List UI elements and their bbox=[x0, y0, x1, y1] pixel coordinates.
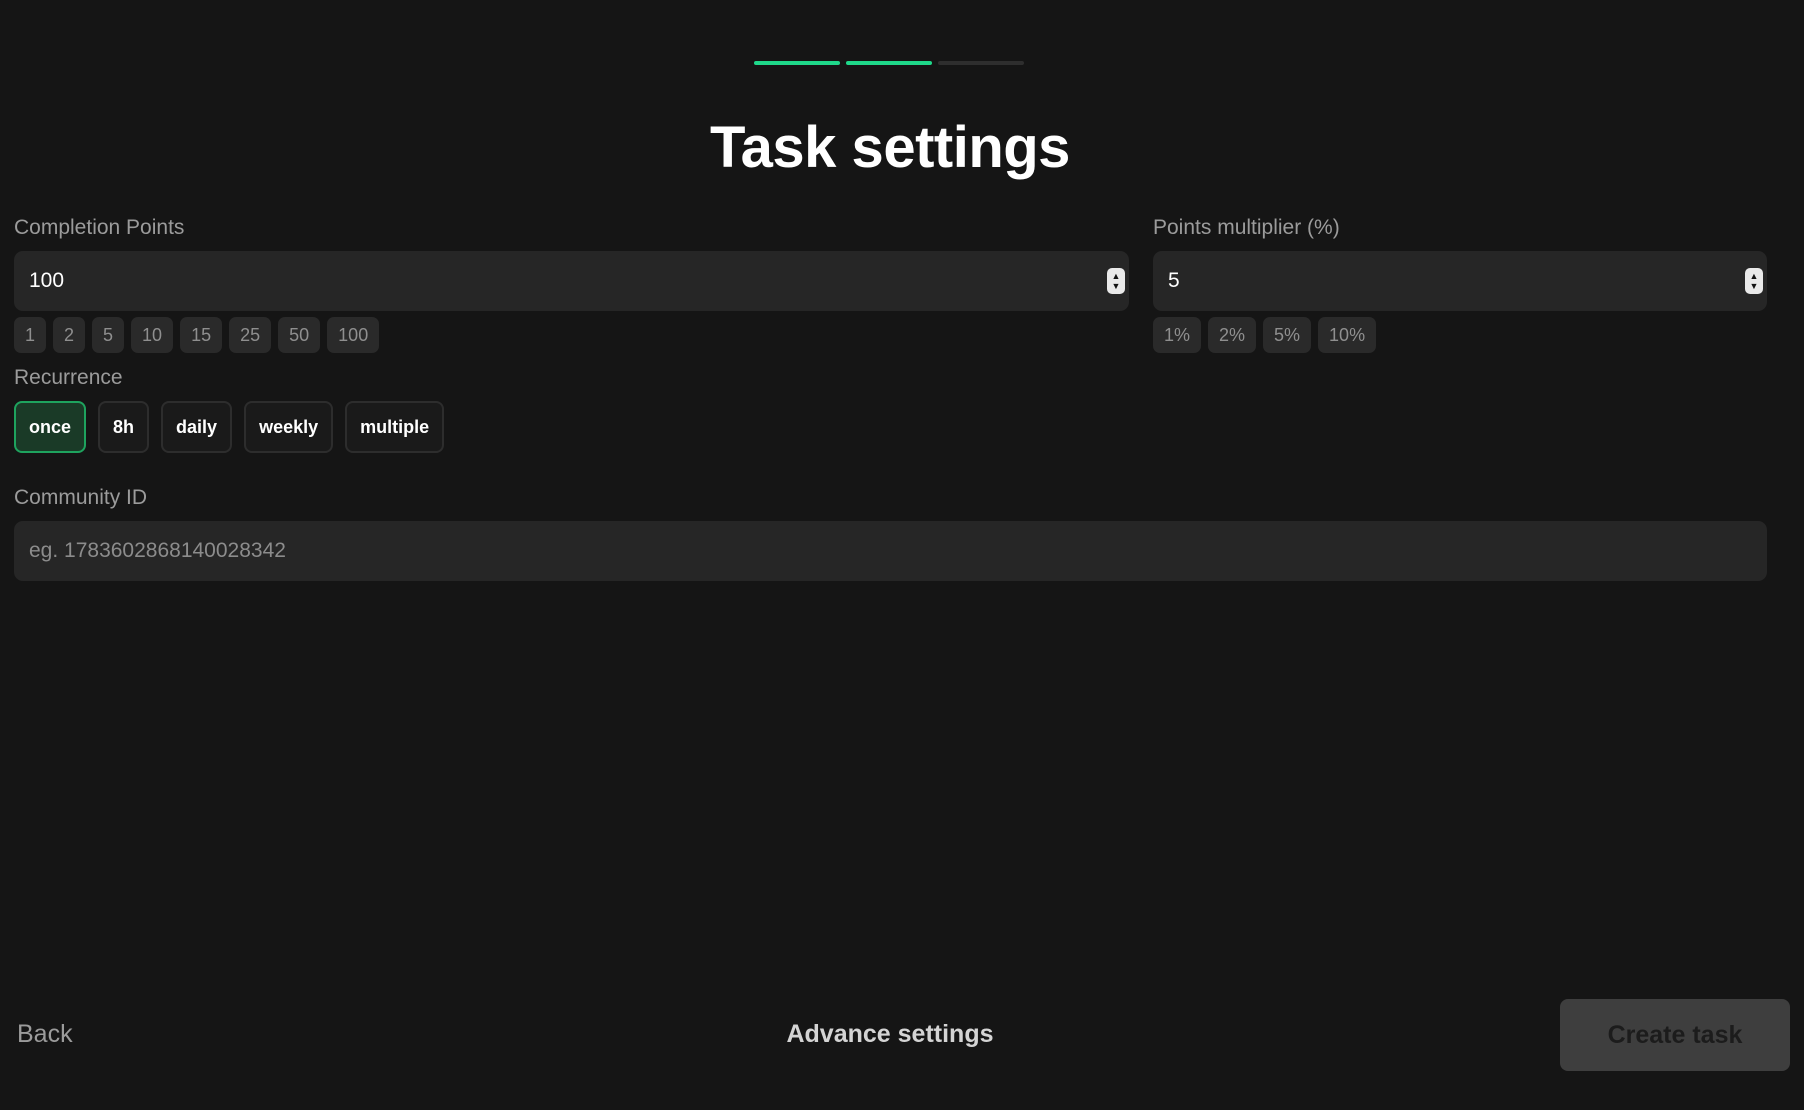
recurrence-option-multiple[interactable]: multiple bbox=[345, 401, 445, 453]
multiplier-preset-chip[interactable]: 5% bbox=[1263, 317, 1312, 353]
progress-step-3 bbox=[938, 61, 1024, 65]
multiplier-preset-chip[interactable]: 2% bbox=[1208, 317, 1257, 353]
points-preset-chip[interactable]: 50 bbox=[278, 317, 321, 353]
points-preset-chip[interactable]: 15 bbox=[180, 317, 223, 353]
points-preset-chip[interactable]: 2 bbox=[53, 317, 86, 353]
points-multiplier-presets: 1% 2% 5% 10% bbox=[1153, 317, 1377, 353]
points-preset-chip[interactable]: 10 bbox=[131, 317, 174, 353]
points-preset-chip[interactable]: 1 bbox=[14, 317, 47, 353]
chevron-down-icon[interactable]: ▼ bbox=[1112, 281, 1121, 291]
community-id-label: Community ID bbox=[14, 486, 148, 509]
page-title: Task settings bbox=[710, 115, 1070, 180]
recurrence-option-daily[interactable]: daily bbox=[161, 401, 233, 453]
completion-points-input[interactable]: 100 ▲ ▼ bbox=[14, 251, 1129, 311]
points-multiplier-value: 5 bbox=[1168, 269, 1180, 292]
chevron-down-icon[interactable]: ▼ bbox=[1750, 281, 1759, 291]
multiplier-preset-chip[interactable]: 10% bbox=[1318, 317, 1377, 353]
community-id-placeholder: eg. 1783602868140028342 bbox=[29, 539, 286, 562]
points-preset-chip[interactable]: 100 bbox=[327, 317, 380, 353]
advance-settings-button[interactable]: Advance settings bbox=[0, 1020, 1780, 1049]
multiplier-preset-chip[interactable]: 1% bbox=[1153, 317, 1202, 353]
community-id-input[interactable]: eg. 1783602868140028342 bbox=[14, 521, 1767, 581]
up-down-stepper-icon[interactable]: ▲ ▼ bbox=[1745, 268, 1763, 294]
chevron-up-icon[interactable]: ▲ bbox=[1112, 271, 1121, 281]
progress-step-1 bbox=[754, 61, 840, 65]
points-multiplier-label: Points multiplier (%) bbox=[1153, 216, 1340, 239]
points-multiplier-input[interactable]: 5 ▲ ▼ bbox=[1153, 251, 1767, 311]
completion-points-value: 100 bbox=[29, 269, 65, 292]
completion-points-label: Completion Points bbox=[14, 216, 185, 239]
create-task-button[interactable]: Create task bbox=[1560, 999, 1790, 1071]
recurrence-option-once[interactable]: once bbox=[14, 401, 87, 453]
completion-points-presets: 1 2 5 10 15 25 50 100 bbox=[14, 317, 380, 353]
points-preset-chip[interactable]: 5 bbox=[92, 317, 125, 353]
recurrence-options: once 8h daily weekly multiple bbox=[14, 401, 445, 453]
progress-step-2 bbox=[846, 61, 932, 65]
recurrence-label: Recurrence bbox=[14, 366, 123, 389]
up-down-stepper-icon[interactable]: ▲ ▼ bbox=[1107, 268, 1125, 294]
chevron-up-icon[interactable]: ▲ bbox=[1750, 271, 1759, 281]
task-settings-page: Task settings Completion Points 100 ▲ ▼ … bbox=[0, 0, 1804, 1110]
recurrence-option-weekly[interactable]: weekly bbox=[244, 401, 334, 453]
step-progress bbox=[754, 61, 1024, 65]
points-preset-chip[interactable]: 25 bbox=[229, 317, 272, 353]
recurrence-option-8h[interactable]: 8h bbox=[98, 401, 150, 453]
